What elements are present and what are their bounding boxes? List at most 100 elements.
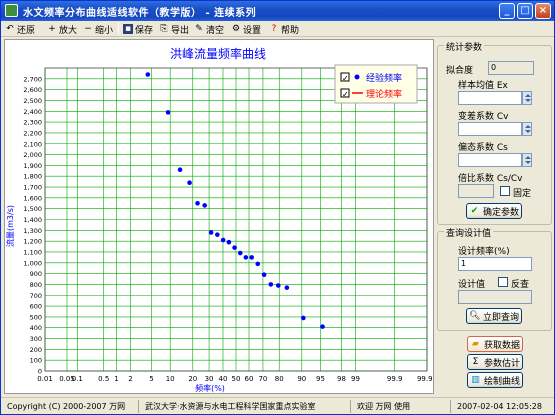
x-tick-label: 40: [219, 375, 228, 383]
minimize-button[interactable]: _: [499, 3, 515, 19]
toolbar-separator: [118, 23, 119, 35]
maximize-button[interactable]: □: [517, 3, 533, 19]
confirm-params-button[interactable]: ✔ 确定参数: [466, 203, 522, 219]
y-axis-label: 流量(m3/s): [5, 205, 15, 247]
export-tool[interactable]: ⎘ 导出: [159, 22, 189, 36]
restore-label: 还原: [17, 25, 36, 36]
data-point: [177, 167, 183, 173]
frequency-chart: 01002003004005006007008009001,0001,1001,…: [5, 46, 437, 393]
x-tick-label: 2: [128, 375, 132, 383]
query-group: 查询设计值 设计频率(%) 1 设计值 反查 🔍︎ 立即查询: [437, 226, 552, 331]
settings-tool[interactable]: ⚙ 设置: [231, 22, 261, 36]
data-point: [187, 180, 192, 186]
data-point: [268, 282, 274, 287]
get-data-button[interactable]: ▰ 获取数据: [467, 336, 523, 352]
x-tick-label: 90: [297, 375, 306, 383]
undo-icon: ↶: [6, 24, 14, 34]
fix-checkbox[interactable]: [500, 186, 510, 196]
x-tick-label: 99: [351, 375, 360, 383]
toolbar: ↶ 还原 + 放大 − 缩小 ▪ 保存 ⎘ 导出 ✎ 清空 ⚙ 设置 ? 帮助: [1, 21, 554, 37]
settings-label: 设置: [243, 25, 262, 36]
zoom-out-tool[interactable]: − 缩小: [83, 22, 113, 36]
query-button[interactable]: 🔍︎ 立即查询: [466, 308, 522, 324]
x-tick-label: 98: [337, 375, 346, 383]
ratio-label: 倍比系数 Cs/Cv: [458, 174, 523, 184]
y-tick-label: 2,600: [23, 86, 42, 94]
settings-icon: ⚙: [231, 24, 241, 34]
search-icon: 🔍︎: [468, 310, 481, 321]
mean-spinner[interactable]: [522, 91, 532, 105]
title-bar[interactable]: 水文频率分布曲线适线软件（教学版） - 连续系列 _ □ ×: [1, 1, 554, 21]
legend-marker-empirical: [354, 74, 360, 80]
y-tick-label: 100: [30, 357, 42, 365]
y-tick-label: 800: [30, 281, 42, 289]
estimate-label: 参数估计: [483, 358, 520, 369]
x-axis-label: 频率(%): [195, 383, 225, 393]
y-tick-label: 2,100: [23, 140, 42, 148]
y-tick-label: 2,300: [23, 119, 42, 127]
eraser-icon: ✎: [195, 24, 203, 34]
data-point: [226, 239, 232, 245]
y-tick-label: 500: [30, 313, 42, 321]
export-label: 导出: [171, 25, 190, 36]
legend-check-mark-empirical: ✓: [342, 74, 349, 83]
cv-input[interactable]: [458, 122, 522, 136]
x-tick-label: 50: [232, 375, 241, 383]
stats-group-title: 统计参数: [444, 40, 485, 53]
chart-icon: ▥: [471, 374, 480, 385]
help-icon: ?: [271, 24, 277, 34]
y-tick-label: 2,500: [23, 97, 42, 105]
status-bar: Copyright (C) 2000-2007 万网 武汉大学·水资源与水电工程…: [1, 397, 554, 414]
reverse-checkbox[interactable]: [498, 277, 508, 287]
data-point: [237, 250, 243, 256]
zoom-in-tool[interactable]: + 放大: [47, 22, 77, 36]
help-tool[interactable]: ? 帮助: [269, 22, 299, 36]
x-tick-label: 80: [275, 375, 284, 383]
clear-label: 清空: [206, 25, 225, 36]
data-point: [220, 237, 226, 243]
save-tool[interactable]: ▪ 保存: [123, 22, 153, 36]
y-tick-label: 2,700: [23, 75, 42, 83]
x-tick-label: 0.5: [98, 375, 109, 383]
data-point: [276, 283, 281, 288]
design-freq-input[interactable]: 1: [458, 257, 532, 271]
sigma-icon: Σ: [472, 356, 479, 367]
help-label: 帮助: [281, 25, 300, 36]
query-button-label: 立即查询: [482, 312, 519, 323]
plot-button[interactable]: ▥ 绘制曲线: [467, 372, 523, 388]
cs-input[interactable]: [458, 153, 522, 167]
side-panel: 统计参数 拟合度 0 样本均值 Ex 变差系数 Cv 偏态系数 Cs 倍比系数 …: [437, 39, 553, 394]
data-point: [232, 245, 237, 250]
app-icon: [5, 4, 18, 17]
chart-area[interactable]: 0 100 200 300 400 500 600 700 800 900 1,000 1,100 1,…: [4, 39, 437, 394]
data-point: [215, 232, 220, 237]
clear-tool[interactable]: ✎ 清空: [194, 22, 224, 36]
design-value-output: [458, 290, 532, 304]
legend-label-theory: 理论频率: [366, 88, 402, 100]
x-tick-label: 0.1: [72, 375, 83, 383]
data-point: [208, 230, 214, 235]
status-copyright: Copyright (C) 2000-2007 万网: [3, 400, 139, 413]
export-icon: ⎘: [160, 24, 168, 34]
confirm-params-label: 确定参数: [482, 207, 519, 218]
chart-title: 洪峰流量频率曲线: [170, 46, 266, 61]
status-lab: 武汉大学·水资源与水电工程科学国家重点实验室: [141, 400, 351, 413]
plus-icon: +: [48, 24, 56, 34]
data-point: [145, 72, 151, 77]
y-tick-label: 1,100: [23, 248, 42, 256]
cv-spinner[interactable]: [522, 122, 532, 136]
stats-group: 统计参数 拟合度 0 样本均值 Ex 变差系数 Cv 偏态系数 Cs 倍比系数 …: [437, 40, 552, 225]
y-tick-label: 2,200: [23, 129, 42, 137]
mean-input[interactable]: [458, 91, 522, 105]
legend-label-empirical: 经验频率: [366, 72, 402, 84]
ratio-input[interactable]: [458, 184, 494, 198]
y-tick-label: 2,000: [23, 151, 42, 159]
data-point: [320, 324, 325, 329]
data-point: [249, 255, 254, 260]
y-tick-label: 1,000: [23, 259, 42, 267]
cs-spinner[interactable]: [522, 153, 532, 167]
estimate-button[interactable]: Σ 参数估计: [467, 354, 523, 370]
restore-tool[interactable]: ↶ 还原: [5, 22, 35, 36]
data-point: [301, 315, 306, 321]
close-button[interactable]: ×: [535, 3, 551, 19]
